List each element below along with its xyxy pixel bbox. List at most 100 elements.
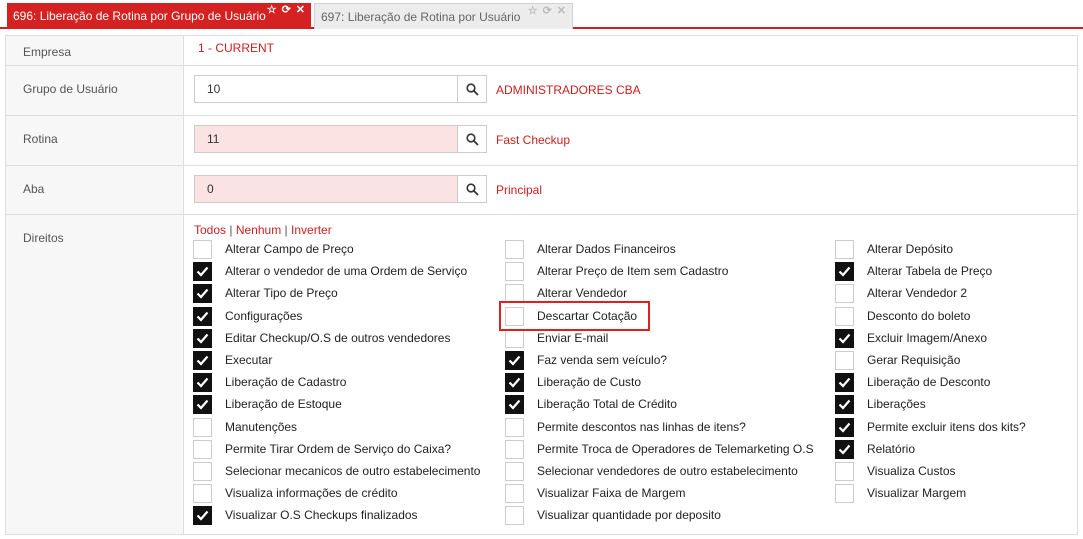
right-checkbox[interactable] (193, 239, 212, 259)
todos-link[interactable]: Todos (194, 223, 226, 237)
right-item[interactable]: Relatório (835, 439, 915, 459)
right-checkbox[interactable] (193, 417, 212, 437)
right-item[interactable]: Visualizar quantidade por deposito (505, 505, 721, 525)
right-item[interactable]: Selecionar mecanicos de outro estabeleci… (193, 461, 480, 481)
refresh-icon[interactable]: ⟳ (543, 4, 552, 17)
right-checkbox[interactable] (505, 283, 524, 303)
right-item[interactable]: Selecionar vendedores de outro estabelec… (505, 461, 798, 481)
right-checkbox[interactable] (193, 350, 212, 370)
right-checkbox[interactable] (505, 505, 524, 525)
tab-label: 696: Liberação de Rotina por Grupo de Us… (13, 9, 266, 23)
right-item[interactable]: Enviar E-mail (505, 328, 608, 348)
right-item[interactable]: Configurações (193, 306, 302, 326)
right-item[interactable]: Permite Troca de Operadores de Telemarke… (505, 439, 814, 459)
highlight-box (499, 301, 650, 331)
right-label: Alterar Tabela de Preço (867, 264, 993, 278)
right-item[interactable]: Alterar Depósito (835, 239, 953, 259)
right-checkbox[interactable] (505, 261, 524, 281)
right-item[interactable]: Visualiza informações de crédito (193, 483, 398, 503)
right-checkbox[interactable] (505, 417, 524, 437)
tab-696[interactable]: 696: Liberação de Rotina por Grupo de Us… (7, 3, 311, 29)
right-item[interactable]: Gerar Requisição (835, 350, 960, 370)
right-item[interactable]: Liberação de Custo (505, 372, 641, 392)
nenhum-link[interactable]: Nenhum (236, 223, 281, 237)
right-item[interactable]: Desconto do boleto (835, 306, 970, 326)
right-checkbox[interactable] (193, 372, 212, 392)
right-item[interactable]: Executar (193, 350, 272, 370)
right-checkbox[interactable] (505, 394, 524, 414)
right-item[interactable]: Alterar Vendedor (505, 283, 627, 303)
inverter-link[interactable]: Inverter (291, 223, 332, 237)
right-checkbox[interactable] (505, 239, 524, 259)
right-item[interactable]: Alterar Campo de Preço (193, 239, 354, 259)
right-checkbox[interactable] (193, 483, 212, 503)
right-checkbox[interactable] (835, 306, 854, 326)
star-icon[interactable]: ☆ (528, 4, 538, 17)
right-item[interactable]: Alterar Dados Financeiros (505, 239, 676, 259)
right-item[interactable]: Alterar Tipo de Preço (193, 283, 338, 303)
right-checkbox[interactable] (193, 283, 212, 303)
right-checkbox[interactable] (193, 306, 212, 326)
right-checkbox[interactable] (505, 328, 524, 348)
right-item[interactable]: Manutenções (193, 417, 297, 437)
right-item[interactable]: Alterar Vendedor 2 (835, 283, 967, 303)
star-icon[interactable]: ☆ (267, 3, 277, 16)
aba-input[interactable]: 0 (194, 175, 458, 203)
close-icon[interactable]: ✕ (557, 4, 566, 17)
right-item[interactable]: Alterar Tabela de Preço (835, 261, 992, 281)
right-checkbox[interactable] (835, 461, 854, 481)
right-item[interactable]: Alterar o vendedor de uma Ordem de Servi… (193, 261, 467, 281)
right-checkbox[interactable] (835, 283, 854, 303)
right-item[interactable]: Visualizar Margem (835, 483, 966, 503)
right-item[interactable]: Excluir Imagem/Anexo (835, 328, 987, 348)
right-checkbox[interactable] (193, 328, 212, 348)
right-item[interactable]: Visualiza Custos (835, 461, 956, 481)
right-item[interactable]: Permite descontos nas linhas de itens? (505, 417, 746, 437)
right-item[interactable]: Visualizar Faixa de Margem (505, 483, 686, 503)
right-checkbox[interactable] (505, 350, 524, 370)
right-item[interactable]: Faz venda sem veículo? (505, 350, 667, 370)
right-checkbox[interactable] (835, 239, 854, 259)
tab-697[interactable]: 697: Liberação de Rotina por Usuário ☆ ⟳… (314, 3, 573, 29)
right-checkbox[interactable] (505, 483, 524, 503)
rotina-search-button[interactable] (457, 125, 487, 153)
right-checkbox[interactable] (835, 372, 854, 392)
grupo-input[interactable]: 10 (194, 75, 458, 103)
right-checkbox[interactable] (193, 439, 212, 459)
rotina-input[interactable]: 11 (194, 125, 458, 153)
right-item[interactable]: Alterar Preço de Item sem Cadastro (505, 261, 728, 281)
close-icon[interactable]: ✕ (296, 3, 305, 16)
right-checkbox[interactable] (835, 483, 854, 503)
right-checkbox[interactable] (193, 394, 212, 414)
row-grupo: Grupo de Usuário 10 ADMINISTRADORES CBA (6, 66, 1077, 116)
right-item[interactable]: Liberação de Cadastro (193, 372, 346, 392)
right-checkbox[interactable] (193, 505, 212, 525)
right-checkbox[interactable] (835, 261, 854, 281)
grupo-search-button[interactable] (457, 75, 487, 103)
right-checkbox[interactable] (835, 417, 854, 437)
right-item[interactable]: Liberação de Estoque (193, 394, 342, 414)
right-checkbox[interactable] (193, 461, 212, 481)
right-checkbox[interactable] (835, 350, 854, 370)
right-item[interactable]: Editar Checkup/O.S de outros vendedores (193, 328, 450, 348)
right-checkbox[interactable] (835, 439, 854, 459)
right-label: Liberação de Custo (537, 375, 642, 389)
check-icon (196, 333, 209, 344)
check-icon (838, 399, 851, 410)
right-checkbox[interactable] (505, 439, 524, 459)
right-item[interactable]: Liberação de Desconto (835, 372, 990, 392)
right-checkbox[interactable] (505, 372, 524, 392)
right-item[interactable]: Visualizar O.S Checkups finalizados (193, 505, 418, 525)
right-checkbox[interactable] (835, 394, 854, 414)
aba-search-button[interactable] (457, 175, 487, 203)
right-item[interactable]: Liberações (835, 394, 926, 414)
right-item[interactable]: Permite Tirar Ordem de Serviço do Caixa? (193, 439, 451, 459)
rotina-lookup: Fast Checkup (496, 133, 571, 147)
right-item[interactable]: Permite excluir itens dos kits? (835, 417, 1026, 437)
refresh-icon[interactable]: ⟳ (282, 3, 291, 16)
check-icon (508, 399, 521, 410)
right-checkbox[interactable] (835, 328, 854, 348)
right-item[interactable]: Liberação Total de Crédito (505, 394, 677, 414)
right-checkbox[interactable] (193, 261, 212, 281)
right-checkbox[interactable] (505, 461, 524, 481)
